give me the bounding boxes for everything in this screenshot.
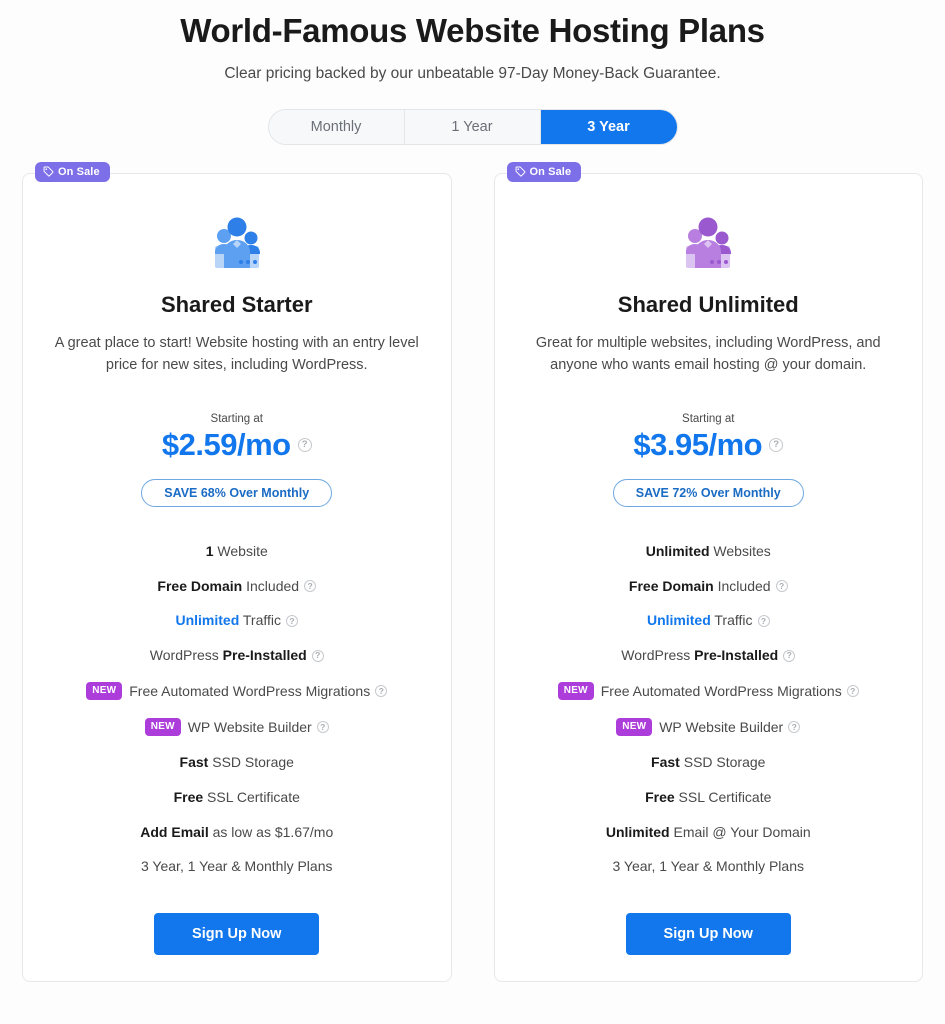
feature-item: NEW Free Automated WordPress Migrations? (557, 682, 859, 701)
feature-item: Free SSL Certificate (174, 789, 300, 806)
feature-label: 1 Website (205, 542, 268, 559)
price-help-icon[interactable]: ? (297, 437, 312, 452)
feature-help-icon[interactable]: ? (846, 685, 859, 698)
feature-item: NEW WP Website Builder? (616, 718, 801, 737)
plan-card-list: On Sale Shared Starter A great place to st… (0, 161, 945, 983)
plan-description: Great for multiple websites, including W… (535, 334, 881, 374)
feature-label: Free SSL Certificate (173, 788, 300, 805)
sign-up-button[interactable]: Sign Up Now (154, 913, 320, 956)
tag-icon (515, 166, 526, 177)
feature-label: Free SSL Certificate (645, 788, 772, 805)
feature-label: Unlimited Traffic (646, 612, 753, 629)
new-badge: NEW (144, 718, 181, 737)
feature-list: 1 Website Free Domain Included? Unlimited … (45, 543, 429, 875)
feature-label: Unlimited Email @ Your Domain (605, 823, 811, 840)
price-row: $3.95/mo? (613, 427, 804, 463)
billing-option-1-year[interactable]: 1 Year (404, 109, 541, 144)
feature-item: Free SSL Certificate (645, 789, 771, 806)
billing-period-toggle[interactable]: Monthly 1 Year 3 Year (267, 108, 678, 145)
feature-label: Free Automated WordPress Migrations (129, 682, 371, 699)
feature-label: Add Email as low as $1.67/mo (140, 823, 334, 840)
page-title: World-Famous Website Hosting Plans (180, 12, 765, 49)
feature-help-icon[interactable]: ? (783, 649, 796, 662)
savings-pill[interactable]: SAVE 72% Over Monthly (612, 478, 804, 507)
feature-item: 3 Year, 1 Year & Monthly Plans (141, 858, 332, 875)
feature-item: Unlimited Traffic? (647, 612, 770, 629)
on-sale-label: On Sale (529, 165, 572, 178)
new-badge: NEW (86, 682, 123, 701)
on-sale-badge: On Sale (506, 161, 582, 182)
feature-help-icon[interactable]: ? (788, 721, 801, 734)
feature-item: 3 Year, 1 Year & Monthly Plans (613, 858, 804, 875)
feature-label: Free Domain Included (628, 577, 771, 594)
tag-icon (43, 166, 54, 177)
billing-option-monthly[interactable]: Monthly (268, 109, 405, 144)
price-value: $2.59/mo (161, 426, 291, 462)
feature-help-icon[interactable]: ? (775, 580, 788, 593)
group-people-icon (207, 204, 267, 270)
billing-option-3-year[interactable]: 3 Year (540, 109, 677, 144)
page-subtitle: Clear pricing backed by our unbeatable 9… (224, 64, 721, 82)
on-sale-badge: On Sale (35, 161, 110, 182)
feature-help-icon[interactable]: ? (375, 685, 388, 698)
feature-label: Free Domain Included (157, 577, 300, 594)
feature-item: Unlimited Traffic? (175, 612, 299, 629)
sign-up-button[interactable]: Sign Up Now (625, 913, 791, 956)
feature-item: Fast SSD Storage (651, 754, 765, 771)
feature-label: WP Website Builder (187, 718, 312, 735)
feature-item: WordPress Pre-Installed? (621, 647, 796, 664)
feature-label: WordPress Pre-Installed (621, 647, 779, 664)
feature-item: Fast SSD Storage (180, 754, 294, 771)
price-block: Starting at $2.59/mo? SAVE 68% Over Monthl… (141, 412, 333, 507)
feature-label: Fast SSD Storage (179, 754, 294, 771)
feature-label: Unlimited Websites (645, 542, 771, 559)
new-badge: NEW (557, 682, 594, 701)
plan-card: On Sale Shared Unlimited Great for multipl… (493, 161, 923, 983)
plan-name: Shared Unlimited (617, 291, 799, 317)
page-header: World-Famous Website Hosting Plans Clear… (0, 0, 945, 83)
price-help-icon[interactable]: ? (769, 437, 784, 452)
new-badge: NEW (616, 718, 653, 737)
feature-item: Add Email as low as $1.67/mo (140, 824, 333, 841)
plan-card: On Sale Shared Starter A great place to st… (22, 161, 452, 983)
feature-label: 3 Year, 1 Year & Monthly Plans (141, 858, 333, 875)
feature-item: Free Domain Included? (629, 578, 788, 595)
feature-item: Unlimited Websites (646, 543, 771, 560)
feature-list: Unlimited Websites Free Domain Included? U… (517, 543, 901, 875)
plan-name: Shared Starter (160, 291, 313, 317)
feature-item: 1 Website (206, 543, 268, 560)
feature-item: Unlimited Email @ Your Domain (606, 824, 811, 841)
feature-help-icon[interactable]: ? (286, 614, 299, 627)
group-people-icon (678, 204, 738, 270)
feature-help-icon[interactable]: ? (304, 580, 317, 593)
feature-label: WP Website Builder (659, 718, 784, 735)
price-value: $3.95/mo (633, 426, 763, 462)
feature-item: NEW Free Automated WordPress Migrations? (86, 682, 388, 701)
price-label: Starting at (210, 412, 263, 425)
feature-label: Free Automated WordPress Migrations (600, 682, 842, 699)
feature-item: Free Domain Included? (157, 577, 317, 595)
price-row: $2.59/mo? (141, 427, 332, 463)
price-label: Starting at (682, 412, 735, 425)
plan-description: A great place to start! Website hosting … (54, 334, 419, 374)
price-block: Starting at $3.95/mo? SAVE 72% Over Monthl… (612, 412, 804, 507)
feature-help-icon[interactable]: ? (757, 614, 770, 627)
feature-label: Unlimited Traffic (175, 612, 282, 629)
feature-item: NEW WP Website Builder? (144, 718, 329, 737)
feature-label: 3 Year, 1 Year & Monthly Plans (612, 858, 804, 875)
feature-item: WordPress Pre-Installed? (150, 647, 324, 664)
pricing-page: World-Famous Website Hosting Plans Clear… (0, 0, 945, 1024)
feature-help-icon[interactable]: ? (311, 649, 324, 662)
billing-toggle-wrap: Monthly 1 Year 3 Year (0, 108, 945, 145)
feature-label: WordPress Pre-Installed (149, 647, 307, 664)
feature-label: Fast SSD Storage (651, 754, 766, 771)
on-sale-label: On Sale (58, 165, 100, 178)
feature-help-icon[interactable]: ? (316, 721, 329, 734)
savings-pill[interactable]: SAVE 68% Over Monthly (141, 478, 333, 507)
